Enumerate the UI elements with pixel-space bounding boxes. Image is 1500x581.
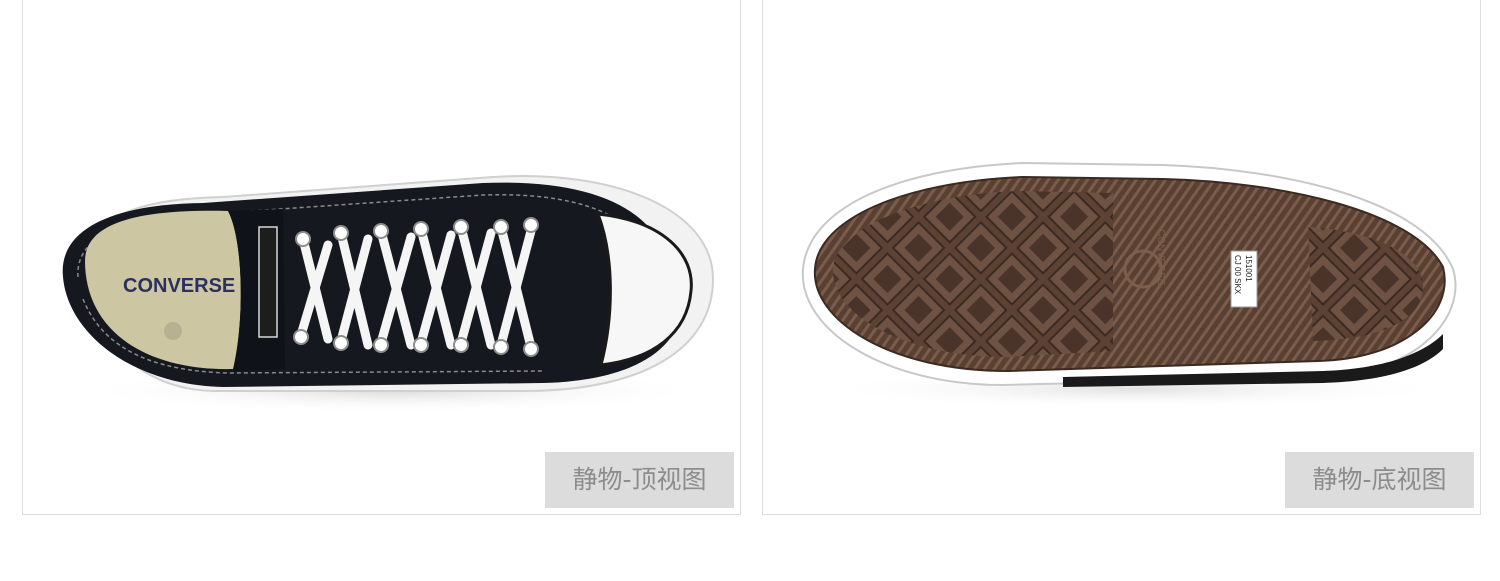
shoe-top-view-image: CONVERSE xyxy=(62,175,715,413)
view-caption-top: 静物-顶视图 xyxy=(545,452,734,508)
product-image-top-view[interactable]: CONVERSE 静物-顶视图 xyxy=(22,0,741,515)
size-label-line2: CJ 00 SKX xyxy=(1233,255,1242,295)
insole-brand-text: CONVERSE xyxy=(123,275,235,297)
product-image-bottom-view[interactable]: CONVERSE 151001 CJ 00 SKX 静物-底视图 xyxy=(762,0,1481,515)
shoe-bottom-view-image: CONVERSE 151001 CJ 00 SKX xyxy=(801,161,1457,409)
size-label-line1: 151001 xyxy=(1244,255,1253,282)
view-caption-bottom: 静物-底视图 xyxy=(1285,452,1474,508)
sole-brand-text: CONVERSE xyxy=(1155,229,1166,285)
